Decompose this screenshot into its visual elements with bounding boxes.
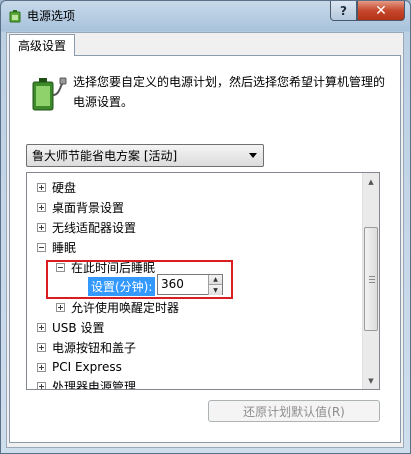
tree-item-label: 处理器电源管理 [52,379,137,390]
tree-item-wake-timers[interactable]: 允许使用唤醒定时器 [56,297,179,317]
restore-defaults-button[interactable]: 还原计划默认值(R) [208,400,380,422]
expand-plus-icon[interactable] [37,362,46,372]
tree-item-usb[interactable]: USB 设置 [37,317,104,337]
expand-plus-icon[interactable] [37,202,46,212]
expand-plus-icon[interactable] [37,381,46,389]
close-button[interactable]: ✕ [357,1,405,21]
power-plan-select[interactable]: 鲁大师节能省电方案 [活动] [26,144,264,167]
expand-plus-icon[interactable] [37,222,46,232]
battery-plug-icon [32,77,67,111]
tree-scrollbar[interactable]: ▲ ▼ [362,173,379,389]
tree-item-processor-power[interactable]: 处理器电源管理 [37,376,137,390]
title-bar: 电源选项 ? ✕ [1,1,410,31]
help-button[interactable]: ? [330,1,357,21]
power-plan-select-value: 鲁大师节能省电方案 [活动] [32,149,178,163]
scroll-up-icon[interactable]: ▲ [363,173,379,190]
tree-item-label: 硬盘 [52,180,77,195]
tree-item-label: 电源按钮和盖子 [52,340,137,355]
highlight-annotation-box [46,260,233,299]
expand-plus-icon[interactable] [37,342,46,352]
tree-item-hard-disk[interactable]: 硬盘 [37,177,76,197]
tree-item-pci-express[interactable]: PCI Express [37,357,122,377]
description-text: 选择您要自定义的电源计划，然后选择您希望计算机管理的电源设置。 [73,75,386,109]
tree-item-sleep[interactable]: 睡眠 [37,237,76,257]
tree-item-label: PCI Express [52,360,122,374]
expand-plus-icon[interactable] [37,182,46,192]
scroll-down-icon[interactable]: ▼ [363,372,379,389]
tree-item-label: 无线适配器设置 [52,220,137,235]
tree-item-power-buttons[interactable]: 电源按钮和盖子 [37,337,136,357]
tab-advanced-settings[interactable]: 高级设置 [9,34,75,56]
power-options-icon [9,10,21,23]
collapse-minus-icon[interactable] [37,242,46,252]
chevron-down-icon [249,153,257,158]
tree-item-label: 睡眠 [52,240,77,255]
expand-plus-icon[interactable] [37,322,46,332]
tree-item-wireless-adapter[interactable]: 无线适配器设置 [37,217,136,237]
window-title: 电源选项 [27,9,76,23]
tree-item-label: 允许使用唤醒定时器 [71,300,180,315]
expand-plus-icon[interactable] [56,302,65,312]
tree-item-label: 桌面背景设置 [52,200,125,215]
scroll-thumb[interactable] [364,227,378,331]
tree-item-desktop-background[interactable]: 桌面背景设置 [37,197,124,217]
tree-item-label: USB 设置 [52,320,105,335]
grip-icon [369,276,375,283]
